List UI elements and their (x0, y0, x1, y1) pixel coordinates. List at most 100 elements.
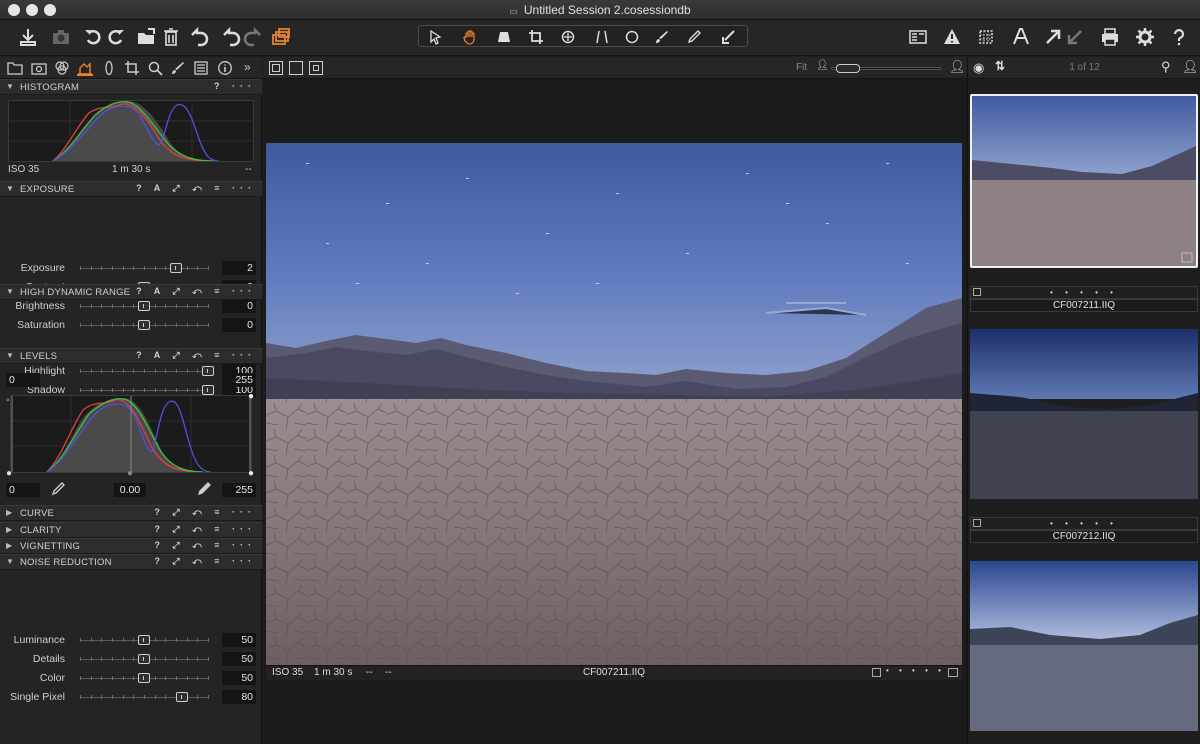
exposure-warning-button[interactable] (939, 24, 965, 50)
levels-low-input[interactable]: 0 (6, 373, 40, 387)
crop-cursor-button[interactable] (521, 28, 551, 46)
thumbnail-image-selected[interactable] (970, 94, 1198, 268)
help-button[interactable] (1166, 24, 1192, 50)
noise-reduction-header[interactable]: ▼ NOISE REDUCTION ? ⤢ ↶ ≡ ··· (0, 554, 262, 570)
variants-button[interactable] (268, 24, 294, 50)
apply-cursor-button[interactable] (713, 28, 743, 46)
section-actions[interactable]: ? A ⤢ ↶ ≡ ··· (136, 183, 256, 194)
levels-low-output-handle[interactable]: ● (6, 468, 12, 479)
search-icon[interactable]: ⚲ (1161, 59, 1171, 75)
rotate-cursor-button[interactable] (553, 28, 583, 46)
levels-low-handle[interactable]: ◦ (6, 395, 10, 406)
levels-header[interactable]: ▼ LEVELS ? A ⤢ ↶ ≡ ··· (0, 348, 262, 364)
person-icon[interactable]: 👤︎ (1182, 59, 1199, 75)
slider-thumb[interactable] (176, 692, 189, 702)
thumbnail-image[interactable] (970, 561, 1198, 731)
slider-value-field[interactable]: 2 (222, 261, 256, 275)
select-checkbox[interactable] (872, 668, 881, 677)
slider-thumb[interactable] (138, 320, 150, 330)
apply-adjustments-button[interactable] (1062, 24, 1088, 50)
section-actions[interactable]: ? ⤢ ↶ ≡ ··· (154, 507, 256, 518)
exposure-tab[interactable] (77, 60, 93, 76)
section-header-vignetting[interactable]: ▶ VIGNETTING ? ⤢ ↶ ≡ ··· (0, 538, 262, 554)
select-cursor-button[interactable] (421, 28, 451, 46)
levels-low-output[interactable]: 0 (6, 483, 40, 497)
reset-button[interactable] (186, 24, 212, 50)
print-button[interactable] (1097, 24, 1123, 50)
levels-mid-handle[interactable]: ● (127, 468, 133, 479)
slider-thumb[interactable] (170, 263, 182, 273)
metadata-tab[interactable] (193, 60, 209, 76)
thumbnail-image[interactable] (970, 329, 1198, 499)
section-actions[interactable]: ? ⤢ ↶ ≡ ··· (154, 556, 256, 567)
keystone-cursor-button[interactable] (489, 28, 519, 46)
proof-view-button[interactable] (309, 61, 323, 75)
slider-value-field[interactable]: 80 (222, 690, 256, 704)
main-photo[interactable] (266, 143, 962, 665)
section-actions[interactable]: ? ⤢ ↶ ≡ ··· (154, 524, 256, 535)
crop-tab[interactable] (124, 60, 140, 76)
hdr-header[interactable]: ▼ HIGH DYNAMIC RANGE ? A ⤢ ↶ ≡ ··· (0, 284, 262, 300)
slider-thumb[interactable] (138, 635, 150, 645)
brush-cursor-button[interactable] (647, 28, 677, 46)
section-header-clarity[interactable]: ▶ CLARITY ? ⤢ ↶ ≡ ··· (0, 521, 262, 538)
section-actions[interactable]: ? A ⤢ ↶ ≡ ··· (136, 350, 256, 361)
preferences-button[interactable] (1132, 24, 1158, 50)
thumbnail-rating-dots[interactable]: • • • • • (971, 287, 1197, 298)
slider-thumb[interactable] (202, 385, 214, 395)
black-picker-button[interactable] (50, 481, 66, 497)
pan-cursor-button[interactable] (455, 28, 485, 46)
slider-thumb[interactable] (138, 301, 150, 311)
lcc-cursor-button[interactable] (587, 28, 617, 46)
multi-view-button[interactable] (269, 61, 283, 75)
white-picker-button[interactable] (196, 481, 212, 497)
levels-midtone-value[interactable]: 0.00 (114, 483, 146, 497)
thumbnail-rating-bar[interactable]: • • • • • (970, 286, 1198, 299)
section-actions[interactable]: ? ⤢ ↶ ≡ ··· (154, 540, 256, 551)
capture-tab[interactable] (31, 60, 47, 76)
info-tab[interactable] (217, 60, 233, 76)
rotate-right-button[interactable] (103, 24, 129, 50)
zoom-fit-label[interactable]: Fit (796, 62, 807, 73)
details-tab[interactable] (147, 60, 163, 76)
levels-high-input[interactable]: 255 (222, 373, 256, 387)
delete-button[interactable] (158, 24, 184, 50)
slider-value-field[interactable]: 50 (222, 652, 256, 666)
adjustments-tab[interactable] (170, 60, 186, 76)
levels-high-handle[interactable]: ● (248, 391, 254, 402)
color-tab[interactable] (54, 60, 70, 76)
rating-dots[interactable]: • • • • • (886, 666, 945, 675)
zoom-slider-thumb[interactable] (836, 64, 861, 73)
zoom-slider[interactable] (831, 64, 941, 73)
thumbnail-rating-bar[interactable]: • • • • • (970, 517, 1198, 530)
section-actions[interactable]: ? A ⤢ ↶ ≡ ··· (136, 286, 256, 297)
exposure-header[interactable]: ▼ EXPOSURE ? A ⤢ ↶ ≡ ··· (0, 181, 262, 197)
slider-thumb[interactable] (202, 366, 214, 376)
levels-high-output-handle[interactable]: ● (248, 468, 254, 479)
layout-button[interactable] (905, 24, 931, 50)
library-tab[interactable] (7, 60, 23, 76)
redo-button[interactable] (240, 24, 266, 50)
section-header-curve[interactable]: ▶ CURVE ? ⤢ ↶ ≡ ··· (0, 505, 262, 521)
slider-value-field[interactable]: 0 (222, 318, 256, 332)
slider-value-field[interactable]: 50 (222, 671, 256, 685)
slider-value-field[interactable]: 50 (222, 633, 256, 647)
thumbnail-rating-dots[interactable]: • • • • • (971, 518, 1197, 529)
slider-thumb[interactable] (138, 673, 150, 683)
single-view-button[interactable] (289, 61, 303, 75)
slider-thumb[interactable] (138, 654, 150, 664)
grid-button[interactable] (973, 24, 999, 50)
more-tabs-icon[interactable]: » (244, 60, 260, 76)
slider-value-field[interactable]: 0 (222, 299, 256, 313)
move-to-folder-button[interactable] (133, 24, 159, 50)
levels-high-output[interactable]: 255 (222, 483, 256, 497)
spot-cursor-button[interactable] (617, 28, 647, 46)
picker-cursor-button[interactable] (679, 28, 709, 46)
import-button[interactable] (15, 24, 41, 50)
capture-button[interactable] (48, 24, 74, 50)
section-actions[interactable]: ? ··· (214, 81, 256, 91)
levels-graph[interactable] (10, 395, 252, 473)
annotation-button[interactable] (1008, 24, 1034, 50)
lens-tab[interactable] (101, 60, 117, 76)
histogram-header[interactable]: ▼ HISTOGRAM ? ··· (0, 79, 262, 95)
